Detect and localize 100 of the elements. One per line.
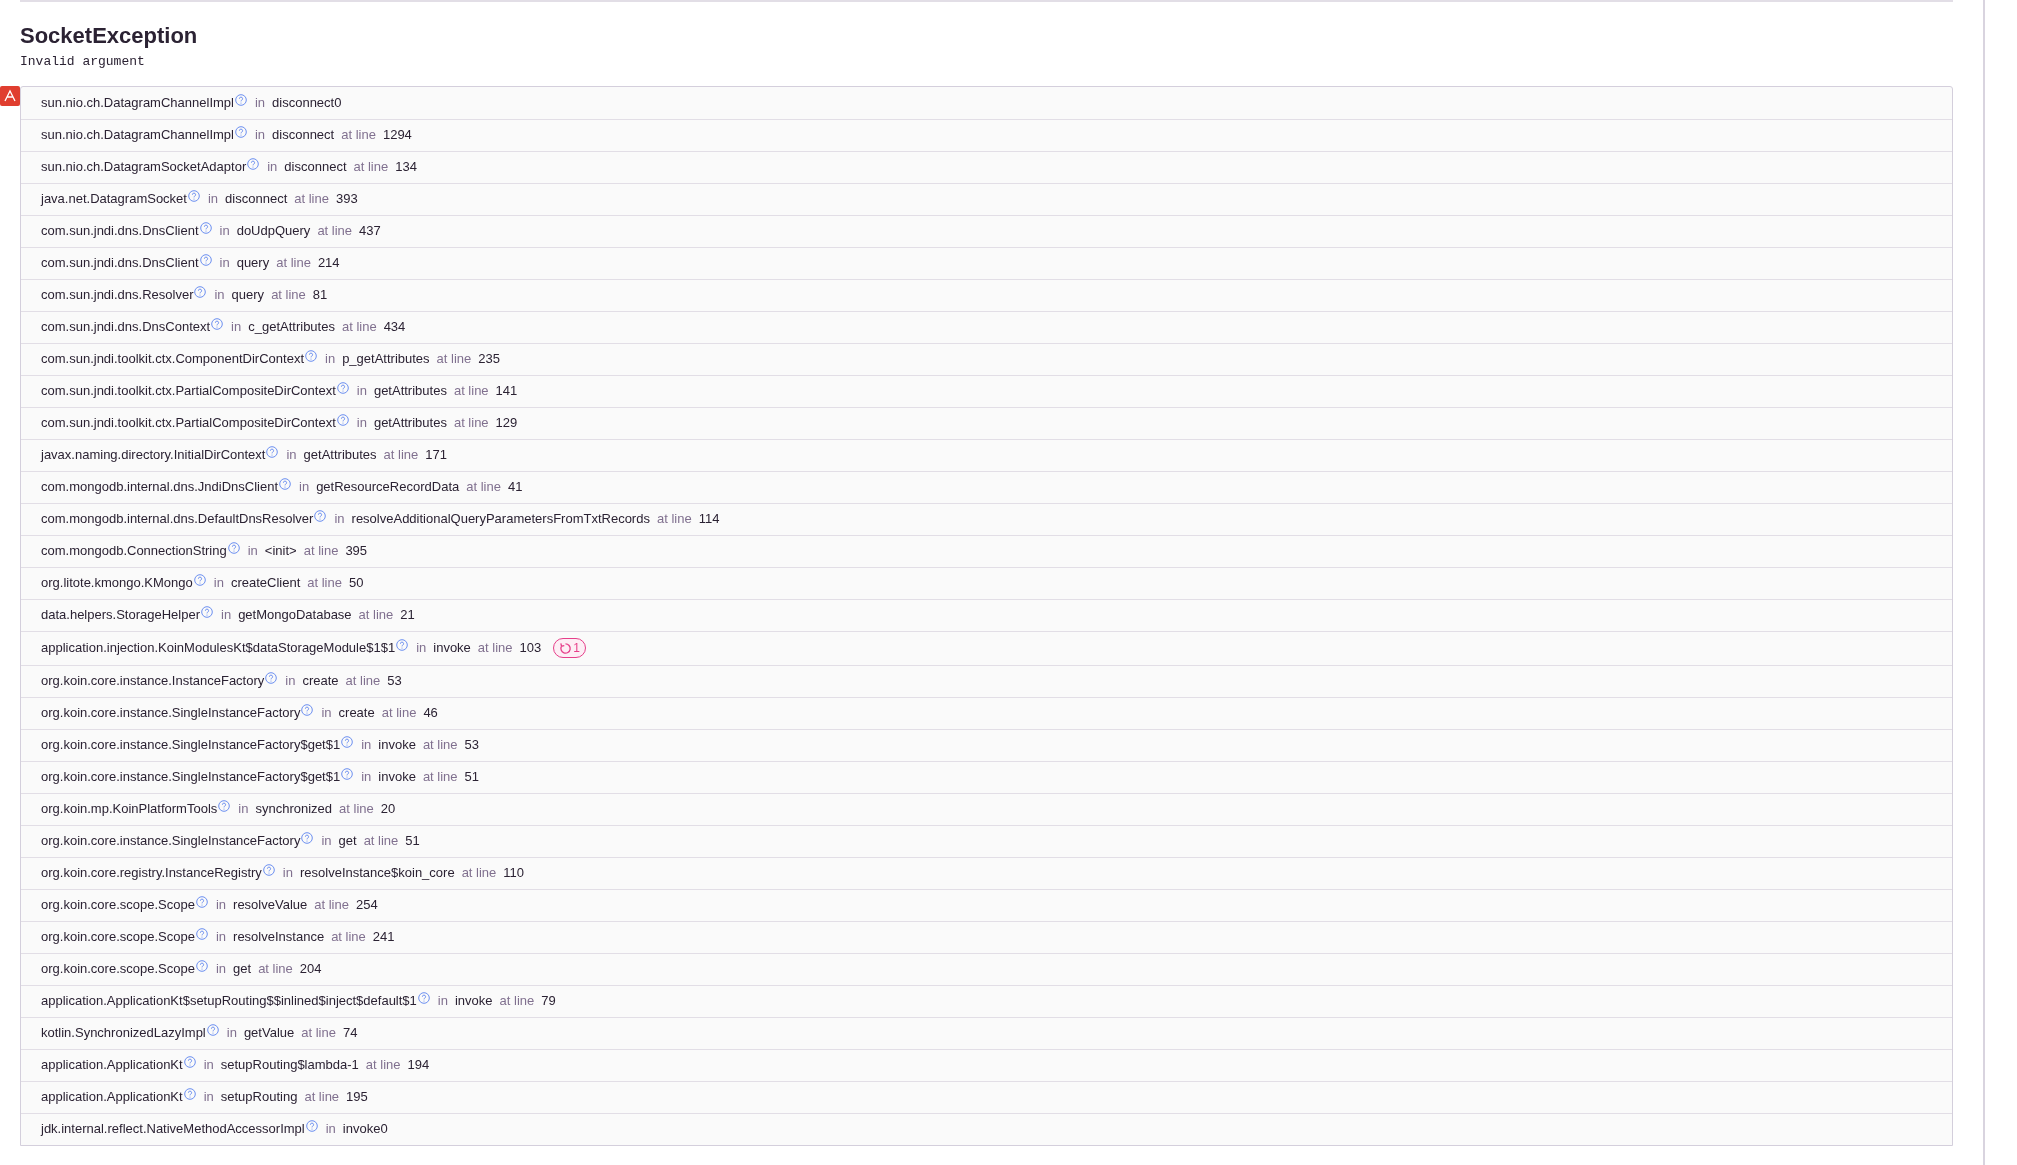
help-icon[interactable] — [301, 704, 314, 716]
at-line-label: at line — [461, 864, 497, 883]
at-line-label: at line — [341, 126, 376, 145]
stack-frame[interactable]: com.mongodb.internal.dns.JndiDnsClient in getResourceRecordData at line 41 — [21, 470, 1952, 503]
stack-frame[interactable]: com.sun.jndi.toolkit.ctx.ComponentDirContext in p_getAttributes at line 235 — [21, 342, 1952, 375]
at-line-label: at line — [258, 960, 293, 979]
line-number: 204 — [299, 960, 322, 979]
frame-function: resolveAdditionalQueryParametersFromTxtRecords — [351, 510, 650, 529]
frame-function: create — [302, 672, 339, 691]
stack-frame[interactable]: org.koin.core.registry.InstanceRegistry in resolveInstance$koin_core at line 110 — [21, 856, 1952, 889]
help-icon[interactable] — [341, 768, 354, 780]
at-line-label: at line — [303, 542, 339, 561]
stack-frame[interactable]: sun.nio.ch.DatagramSocketAdaptor in disconnect at line 134 — [21, 150, 1952, 183]
stack-frame[interactable]: org.koin.core.scope.Scope in resolveInstance at line 241 — [21, 920, 1952, 953]
help-icon[interactable] — [247, 158, 260, 170]
in-label: in — [286, 446, 297, 465]
help-icon[interactable] — [183, 1056, 196, 1068]
stack-frame[interactable]: com.sun.jndi.dns.DnsContext in c_getAttributes at line 434 — [21, 310, 1952, 343]
stack-frame[interactable]: org.koin.core.instance.SingleInstanceFactory in get at line 51 — [21, 824, 1952, 857]
help-icon[interactable] — [234, 126, 247, 138]
help-icon[interactable] — [266, 446, 279, 458]
help-icon[interactable] — [194, 286, 207, 298]
stack-frame[interactable]: com.sun.jndi.dns.DnsClient in query at line 214 — [21, 246, 1952, 279]
stack-frame[interactable]: sun.nio.ch.DatagramChannelImpl in disconnect at line 1294 — [21, 118, 1952, 151]
in-label: in — [321, 704, 332, 723]
stack-frame[interactable]: kotlin.SynchronizedLazyImpl in getValue at line 74 — [21, 1016, 1952, 1049]
stack-frame[interactable]: com.sun.jndi.dns.Resolver in query at line 81 — [21, 278, 1952, 311]
stack-frame[interactable]: org.koin.core.instance.SingleInstanceFactory in create at line 46 — [21, 696, 1952, 729]
frame-function: setupRouting — [220, 1088, 298, 1107]
stack-frame[interactable]: jdk.internal.reflect.NativeMethodAccessorImpl in invoke0 — [21, 1112, 1952, 1145]
stack-frame[interactable]: com.mongodb.internal.dns.DefaultDnsResolver in resolveAdditionalQueryParametersFromTxtRecords at line 114 — [21, 502, 1952, 535]
help-icon[interactable] — [183, 1088, 196, 1100]
stack-frame[interactable]: org.litote.kmongo.KMongo in createClient at line 50 — [21, 566, 1952, 599]
frame-function: disconnect0 — [272, 93, 342, 112]
stack-frame[interactable]: com.sun.jndi.dns.DnsClient in doUdpQuery at line 437 — [21, 214, 1952, 247]
help-icon[interactable] — [265, 672, 278, 684]
in-label: in — [356, 382, 367, 401]
stack-frame[interactable]: javax.naming.directory.InitialDirContext in getAttributes at line 171 — [21, 438, 1952, 471]
help-icon[interactable] — [201, 606, 213, 618]
frame-module: com.sun.jndi.toolkit.ctx.PartialCompositeDirContext — [41, 414, 336, 433]
stack-frame[interactable]: org.koin.core.scope.Scope in get at line 204 — [21, 952, 1952, 985]
stack-frame[interactable]: org.koin.mp.KoinPlatformTools in synchronized at line 20 — [21, 792, 1952, 825]
frame-function: get — [338, 832, 357, 851]
help-icon[interactable] — [341, 736, 354, 748]
stack-frame[interactable]: sun.nio.ch.DatagramChannelImpl in disconnect0 — [21, 86, 1952, 119]
help-icon[interactable] — [187, 190, 200, 202]
frame-function: getAttributes — [373, 382, 447, 401]
frame-function: getAttributes — [373, 414, 447, 433]
help-icon[interactable] — [305, 1120, 318, 1132]
stack-frame[interactable]: application.ApplicationKt in setupRouting$lambda-1 at line 194 — [21, 1048, 1952, 1081]
in-label: in — [325, 1120, 336, 1139]
stack-frame[interactable]: application.injection.KoinModulesKt$dataStorageModule$1$1 in invoke at line 103 1 — [21, 630, 1952, 665]
help-icon[interactable] — [227, 542, 240, 554]
help-icon[interactable] — [417, 992, 430, 1004]
help-icon[interactable] — [193, 574, 206, 586]
help-icon[interactable] — [234, 93, 247, 106]
frame-module: java.net.DatagramSocket — [41, 190, 187, 209]
stack-frame[interactable]: application.ApplicationKt$setupRouting$$inlined$inject$default$1 in invoke at line 79 — [21, 984, 1952, 1017]
stack-frame[interactable]: com.sun.jndi.toolkit.ctx.PartialCompositeDirContext in getAttributes at line 129 — [21, 406, 1952, 439]
help-icon[interactable] — [195, 896, 208, 908]
stack-frame[interactable]: application.ApplicationKt in setupRouting at line 195 — [21, 1080, 1952, 1113]
at-line-label: at line — [271, 286, 306, 305]
help-icon[interactable] — [195, 928, 208, 940]
help-icon[interactable] — [199, 222, 212, 234]
help-icon[interactable] — [262, 864, 275, 876]
stack-frame[interactable]: com.mongodb.ConnectionString in <init> at line 395 — [21, 534, 1952, 567]
frame-function: <init> — [264, 542, 297, 561]
in-label: in — [325, 350, 336, 369]
in-label: in — [238, 800, 249, 819]
in-label: in — [282, 864, 293, 883]
help-icon[interactable] — [336, 382, 349, 394]
in-label: in — [254, 93, 266, 112]
help-icon[interactable] — [301, 832, 314, 844]
help-icon[interactable] — [199, 254, 212, 266]
help-icon[interactable] — [336, 414, 349, 426]
help-icon[interactable] — [218, 800, 231, 812]
help-icon[interactable] — [305, 350, 317, 362]
help-icon[interactable] — [206, 1024, 219, 1036]
frame-module: com.sun.jndi.toolkit.ctx.PartialCompositeDirContext — [41, 382, 336, 401]
stack-frame[interactable]: org.koin.core.scope.Scope in resolveValue at line 254 — [21, 888, 1952, 921]
frame-function: c_getAttributes — [248, 318, 335, 337]
frame-module: com.sun.jndi.dns.Resolver — [41, 286, 194, 305]
line-number: 53 — [387, 672, 402, 691]
stack-frame[interactable]: data.helpers.StorageHelper in getMongoDatabase at line 21 — [21, 598, 1952, 631]
stack-frame[interactable]: java.net.DatagramSocket in disconnect at line 393 — [21, 182, 1952, 215]
line-number: 235 — [478, 350, 500, 369]
help-icon[interactable] — [195, 960, 208, 972]
at-line-label: at line — [339, 800, 374, 819]
stack-frame[interactable]: org.koin.core.instance.SingleInstanceFactory$get$1 in invoke at line 53 — [21, 728, 1952, 761]
help-icon[interactable] — [211, 318, 224, 330]
in-label: in — [321, 832, 332, 851]
at-line-label: at line — [301, 1024, 336, 1043]
stack-frame[interactable]: com.sun.jndi.toolkit.ctx.PartialCompositeDirContext in getAttributes at line 141 — [21, 374, 1952, 407]
line-number: 194 — [407, 1056, 430, 1075]
help-icon[interactable] — [396, 639, 409, 651]
stack-frame[interactable]: org.koin.core.instance.SingleInstanceFactory$get$1 in invoke at line 51 — [21, 760, 1952, 793]
frame-function: getMongoDatabase — [238, 606, 352, 625]
help-icon[interactable] — [314, 510, 327, 522]
help-icon[interactable] — [279, 478, 291, 490]
stack-frame[interactable]: org.koin.core.instance.InstanceFactory in create at line 53 — [21, 664, 1952, 697]
